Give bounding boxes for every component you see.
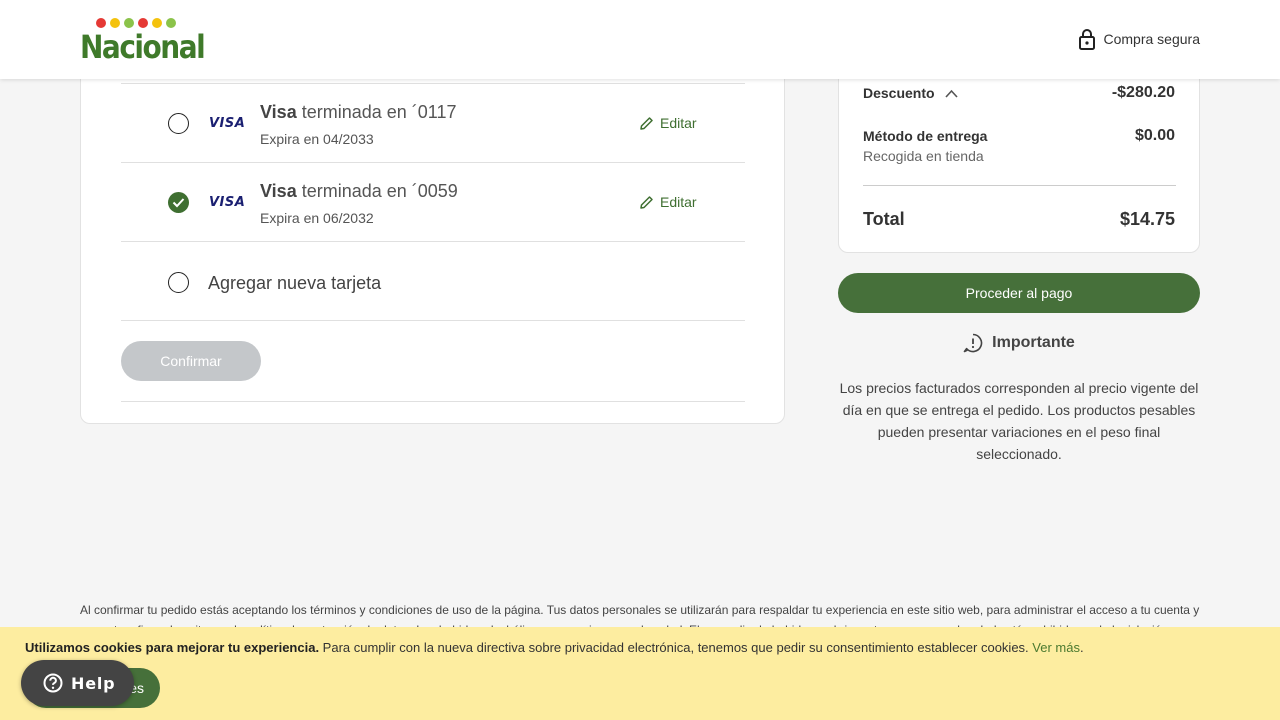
secure-label: Compra segura bbox=[1103, 31, 1201, 47]
card-title: Visa terminada en ´0117 bbox=[260, 102, 457, 123]
card-radio-selected[interactable] bbox=[168, 192, 189, 213]
order-summary-card: Descuento -$280.20 Método de entrega $0.… bbox=[838, 60, 1200, 253]
delivery-label: Método de entrega bbox=[863, 128, 988, 144]
add-card-row[interactable]: Agregar nueva tarjeta bbox=[121, 242, 745, 321]
discount-label: Descuento bbox=[863, 85, 935, 101]
logo-dot bbox=[166, 18, 176, 28]
help-label: Help bbox=[71, 673, 116, 693]
add-card-label: Agregar nueva tarjeta bbox=[208, 273, 382, 293]
important-note: Los precios facturados corresponden al p… bbox=[839, 380, 1199, 462]
total-value: $14.75 bbox=[1119, 209, 1175, 229]
card-brand: Visa bbox=[260, 181, 297, 201]
cookie-message: Utilizamos cookies para mejorar tu exper… bbox=[25, 640, 1084, 655]
delivery-method: Recogida en tienda bbox=[863, 148, 984, 164]
logo-word: Nacional bbox=[80, 28, 206, 66]
card-radio[interactable] bbox=[168, 113, 189, 134]
cookie-more-link[interactable]: Ver más bbox=[1032, 640, 1080, 655]
edit-card-button[interactable]: Editar bbox=[639, 115, 697, 131]
card-expiry: Expira en 06/2032 bbox=[260, 210, 374, 226]
help-widget-button[interactable]: Help bbox=[21, 660, 134, 706]
edit-label: Editar bbox=[660, 194, 697, 210]
discount-toggle[interactable]: Descuento bbox=[863, 85, 958, 101]
checkmark-icon bbox=[172, 198, 185, 208]
cookie-link-suffix: . bbox=[1079, 640, 1084, 655]
logo-dot bbox=[110, 18, 120, 28]
discount-value: -$280.20 bbox=[1111, 84, 1175, 101]
cookie-body-text: Para cumplir con la nueva directiva sobr… bbox=[319, 640, 1033, 655]
question-circle-icon bbox=[43, 673, 63, 693]
confirm-button[interactable]: Confirmar bbox=[121, 341, 261, 381]
logo-dot bbox=[96, 18, 106, 28]
logo-dot bbox=[124, 18, 134, 28]
cookie-bold-text: Utilizamos cookies para mejorar tu exper… bbox=[25, 640, 320, 655]
total-label: Total bbox=[863, 209, 905, 229]
proceed-to-payment-button[interactable]: Proceder al pago bbox=[838, 273, 1200, 313]
edit-label: Editar bbox=[660, 115, 697, 131]
important-title: Importante bbox=[992, 334, 1075, 351]
logo-dot bbox=[138, 18, 148, 28]
delivery-value: $0.00 bbox=[1134, 127, 1175, 144]
visa-icon: VISA bbox=[209, 116, 246, 131]
nacional-logo[interactable]: Nacional bbox=[80, 18, 206, 66]
pencil-icon bbox=[640, 116, 653, 130]
divider bbox=[863, 185, 1176, 186]
add-card-radio[interactable] bbox=[168, 272, 189, 293]
card-brand: Visa bbox=[260, 102, 297, 122]
card-number-suffix: terminada en ´0117 bbox=[301, 102, 457, 122]
saved-card-row[interactable]: VISA Visa terminada en ´0059 Expira en 0… bbox=[121, 163, 745, 242]
chevron-up-icon bbox=[944, 89, 958, 98]
divider bbox=[121, 401, 745, 402]
secure-purchase-badge: Compra segura bbox=[1078, 28, 1201, 50]
logo-dot bbox=[152, 18, 162, 28]
visa-icon: VISA bbox=[209, 195, 246, 210]
card-expiry: Expira en 04/2033 bbox=[260, 131, 374, 147]
card-number-suffix: terminada en ´0059 bbox=[301, 181, 458, 201]
saved-card-row[interactable]: VISA Visa terminada en ´0117 Expira en 0… bbox=[121, 84, 745, 163]
card-title: Visa terminada en ´0059 bbox=[260, 181, 458, 202]
site-header: Nacional Compra segura bbox=[0, 0, 1280, 79]
payment-methods-card: VISA Visa terminada en ´0117 Expira en 0… bbox=[80, 60, 785, 424]
edit-card-button[interactable]: Editar bbox=[639, 194, 697, 210]
alert-circle-icon bbox=[963, 333, 983, 353]
cookie-banner: Utilizamos cookies para mejorar tu exper… bbox=[0, 627, 1280, 720]
important-heading: Importante bbox=[838, 333, 1200, 353]
lock-icon bbox=[1078, 29, 1095, 50]
pencil-icon bbox=[640, 195, 653, 209]
